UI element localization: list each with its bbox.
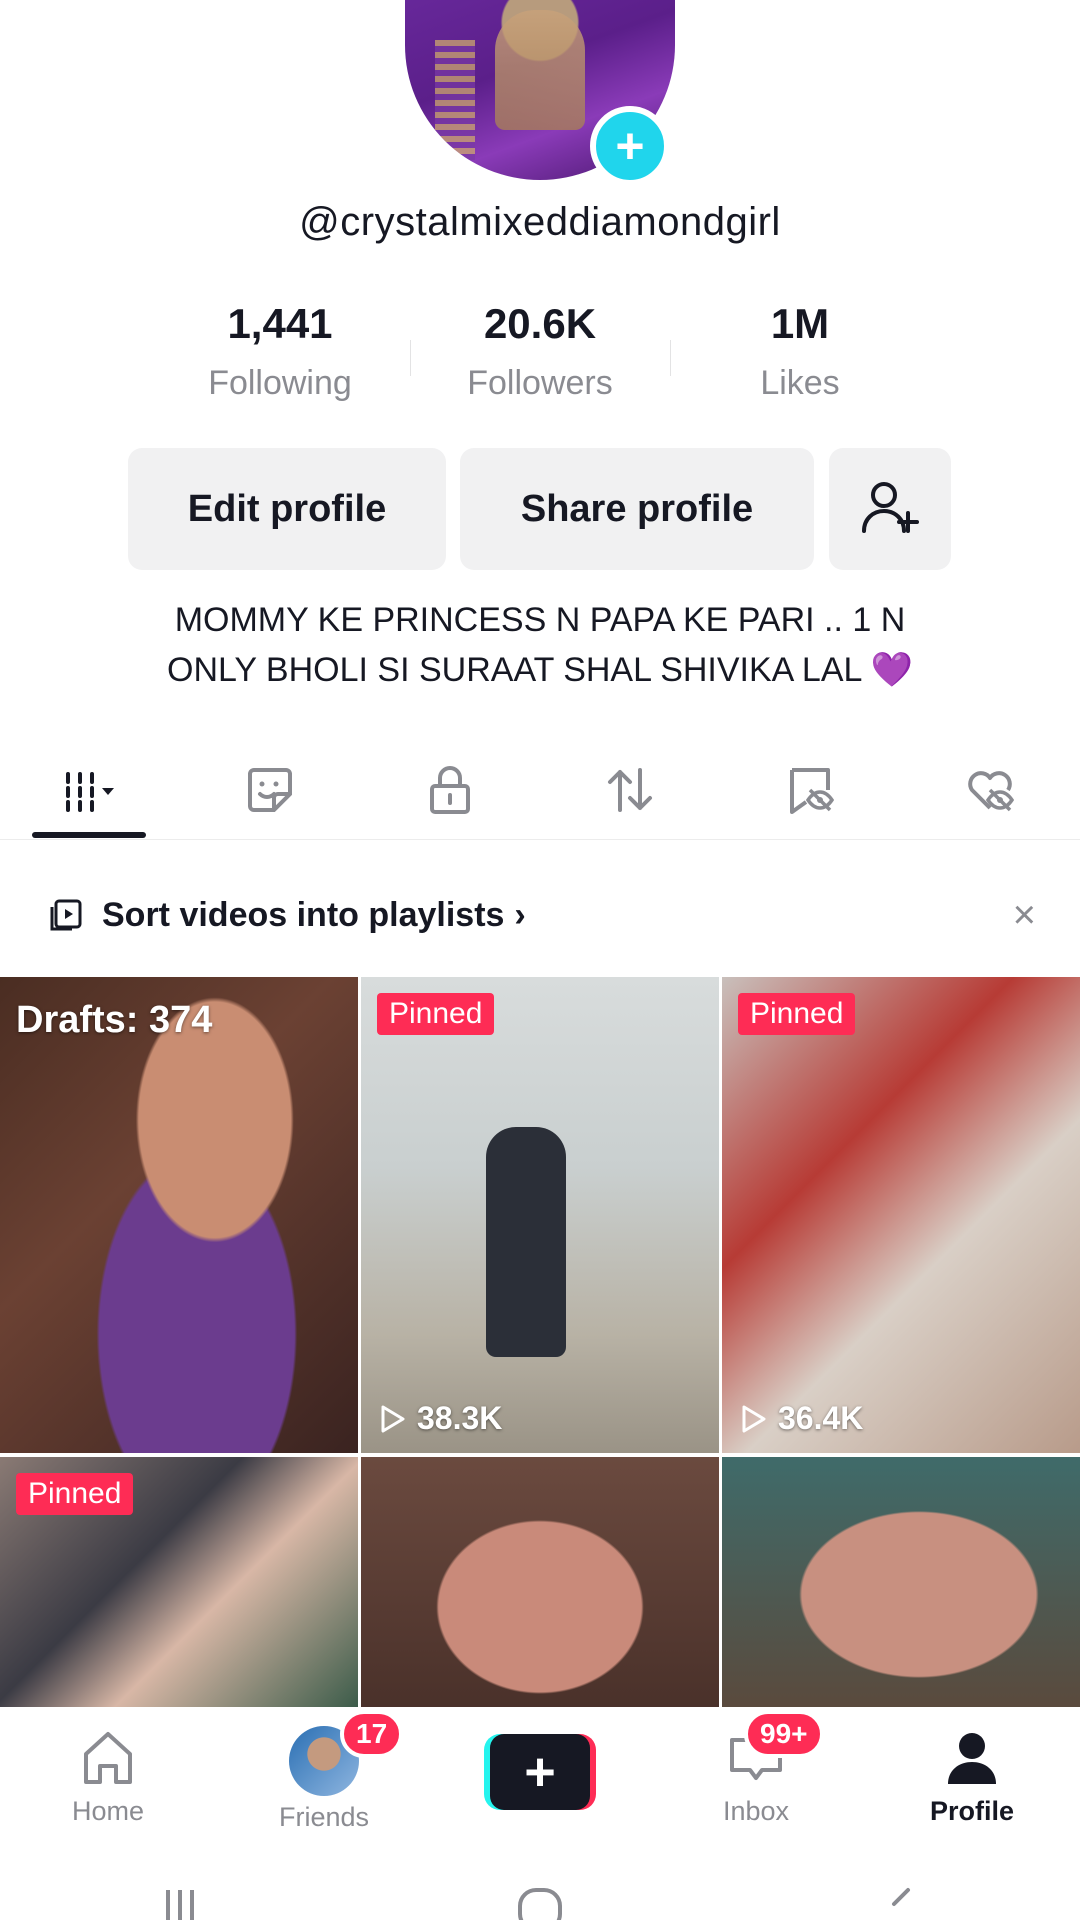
- username: @crystalmixeddiamondgirl: [299, 200, 781, 244]
- pinned-badge: Pinned: [16, 1473, 134, 1515]
- tab-reposts[interactable]: [540, 740, 720, 839]
- system-nav-bar: [0, 1860, 1080, 1920]
- home-button-icon[interactable]: [510, 1860, 570, 1920]
- create-button: +: [484, 1734, 596, 1810]
- back-icon[interactable]: [870, 1860, 930, 1920]
- stat-value: 20.6K: [483, 300, 597, 347]
- profile-bio: MOMMY KE PRINCESS N PAPA KE PARI .. 1 N …: [60, 595, 1020, 695]
- stat-label: Likes: [760, 364, 840, 402]
- nav-friends[interactable]: 17 Friends: [216, 1710, 432, 1840]
- video-thumbnail[interactable]: [722, 1457, 1080, 1707]
- stat-followers[interactable]: 20.6K Followers: [410, 300, 670, 420]
- repost-icon: [608, 767, 652, 812]
- chevron-right-icon: ›: [514, 895, 526, 934]
- view-count: 36.4K: [738, 1400, 863, 1437]
- video-thumbnail[interactable]: Pinned 36.4K: [722, 977, 1080, 1453]
- video-thumbnail[interactable]: Pinned: [0, 1457, 358, 1707]
- tab-stickers[interactable]: [180, 740, 360, 839]
- tab-liked[interactable]: [900, 740, 1080, 839]
- inbox-badge: 99+: [744, 1710, 824, 1758]
- home-icon: [84, 1732, 132, 1784]
- video-thumbnail[interactable]: Pinned 38.3K: [361, 977, 719, 1453]
- stat-value: 1,441: [227, 300, 333, 347]
- bio-line: MOMMY KE PRINCESS N PAPA KE PARI .. 1 N: [174, 601, 906, 639]
- heart-hidden-icon: [968, 770, 1015, 811]
- close-icon[interactable]: ×: [1013, 893, 1036, 938]
- tab-private[interactable]: [360, 740, 540, 839]
- view-count: 38.3K: [377, 1400, 502, 1437]
- profile-stats: 1,441 Following 20.6K Followers 1M Likes: [150, 300, 930, 420]
- stat-label: Followers: [467, 364, 613, 402]
- nav-create[interactable]: +: [432, 1710, 648, 1840]
- bottom-nav: Home 17 Friends + 99+ Inbox Profile: [0, 1710, 1080, 1840]
- video-thumbnail-drafts[interactable]: Drafts: 374: [0, 977, 358, 1453]
- add-story-button[interactable]: +: [590, 106, 670, 186]
- nav-inbox[interactable]: 99+ Inbox: [648, 1710, 864, 1840]
- active-tab-indicator: [32, 832, 146, 838]
- stat-value: 1M: [770, 300, 830, 347]
- lock-icon: [430, 765, 470, 814]
- plus-icon: +: [490, 1734, 590, 1810]
- play-icon: [742, 1405, 766, 1432]
- view-count-value: 38.3K: [417, 1400, 503, 1436]
- sticker-icon: [248, 767, 292, 812]
- pinned-badge: Pinned: [738, 993, 856, 1035]
- video-grid: Drafts: 374 Pinned 38.3K Pinned 36.4K Pi…: [0, 977, 1080, 1707]
- nav-label: Friends: [278, 1802, 370, 1832]
- playlist-prompt-text: Sort videos into playlists: [102, 895, 505, 934]
- nav-label: Home: [71, 1796, 145, 1826]
- tab-favorites[interactable]: [720, 740, 900, 839]
- nav-home[interactable]: Home: [0, 1710, 216, 1840]
- nav-label: Profile: [929, 1796, 1015, 1826]
- bookmark-hidden-icon: [790, 767, 835, 814]
- drafts-label: Drafts: 374: [16, 999, 213, 1041]
- stat-label: Following: [208, 364, 352, 402]
- playlist-prompt[interactable]: Sort videos into playlists › ×: [0, 870, 1080, 960]
- profile-tabs: [0, 740, 1080, 840]
- plus-icon: +: [615, 118, 645, 174]
- friends-badge: 17: [340, 1710, 404, 1758]
- stat-likes[interactable]: 1M Likes: [670, 300, 930, 420]
- add-person-icon: [862, 482, 919, 533]
- nav-label: Inbox: [722, 1796, 790, 1826]
- playlist-icon: [50, 899, 82, 931]
- tab-videos[interactable]: [0, 740, 180, 839]
- pinned-badge: Pinned: [377, 993, 495, 1035]
- recent-apps-icon[interactable]: [150, 1860, 210, 1920]
- grid-menu-icon: [66, 771, 114, 812]
- stat-following[interactable]: 1,441 Following: [150, 300, 410, 420]
- add-friends-button[interactable]: [829, 448, 951, 570]
- share-profile-button[interactable]: Share profile: [460, 448, 814, 570]
- nav-profile[interactable]: Profile: [864, 1710, 1080, 1840]
- bio-line: ONLY BHOLI SI SURAAT SHAL SHIVIKA LAL 💜: [167, 651, 913, 689]
- video-thumbnail[interactable]: [361, 1457, 719, 1707]
- play-icon: [381, 1405, 405, 1432]
- view-count-value: 36.4K: [778, 1400, 864, 1436]
- profile-icon: [948, 1733, 996, 1784]
- edit-profile-button[interactable]: Edit profile: [128, 448, 446, 570]
